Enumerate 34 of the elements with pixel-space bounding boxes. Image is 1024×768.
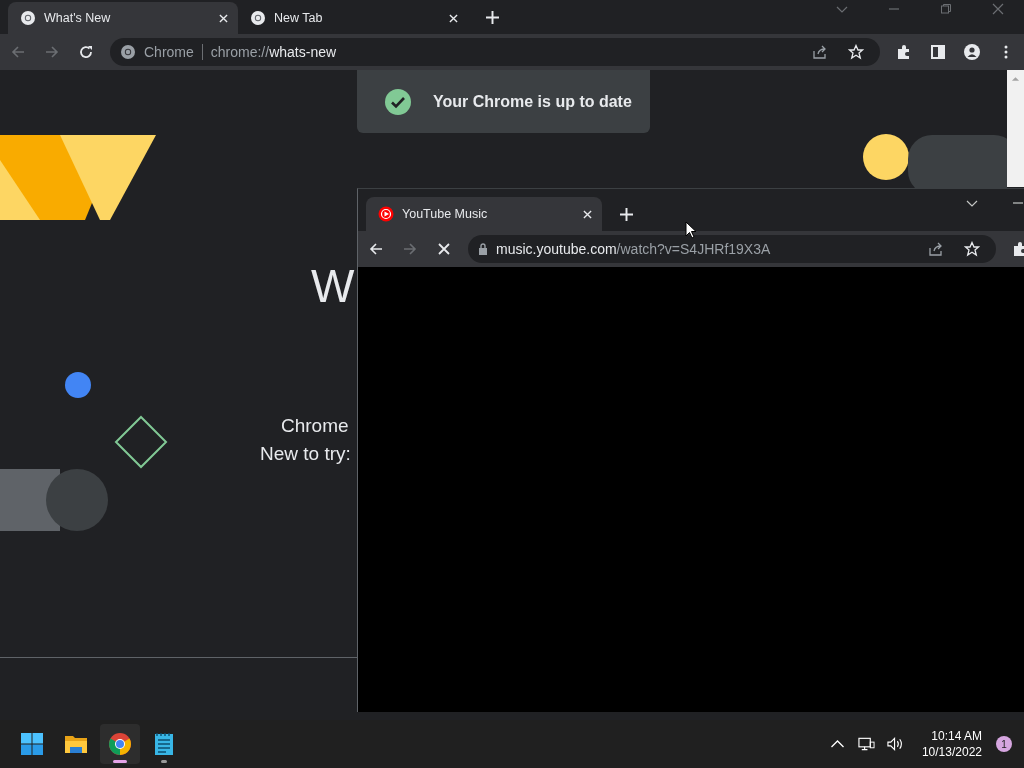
restore-icon[interactable] (940, 3, 952, 15)
browser-logo-icon[interactable] (108, 732, 132, 756)
url-text: music.youtube.com/watch?v=S4JHRf19X3A (496, 241, 771, 257)
address-bar[interactable]: music.youtube.com/watch?v=S4JHRf19X3A (468, 235, 996, 263)
windows-logo-icon[interactable] (20, 732, 44, 756)
browser-tab[interactable]: New Tab (238, 2, 468, 34)
browser-logo-icon (20, 10, 36, 26)
browser-tab[interactable]: What's New (8, 2, 238, 34)
side-panel-icon[interactable] (928, 44, 948, 60)
update-notification: Your Chrome is up to date (357, 70, 650, 133)
check-icon (385, 88, 411, 115)
lock-icon (478, 243, 488, 255)
scrollbar[interactable] (1007, 70, 1024, 187)
network-icon[interactable] (857, 736, 875, 752)
address-bar[interactable]: Chrome chrome://whats-new (110, 38, 880, 66)
page-text: Chrome (281, 414, 349, 438)
browser-logo-icon (120, 44, 136, 60)
clock[interactable]: 10:14 AM 10/13/2022 (921, 728, 982, 760)
cursor-icon (685, 221, 697, 239)
page-text: New to try: (260, 442, 351, 466)
browser-logo-icon (250, 10, 266, 26)
music-logo-icon (378, 206, 394, 222)
new-tab-icon[interactable] (620, 208, 633, 221)
diamond-drawing (114, 415, 168, 469)
speaker-icon[interactable] (886, 736, 904, 752)
page-heading: W (311, 259, 355, 314)
notification-badge[interactable]: 1 (996, 736, 1012, 752)
profile-icon[interactable] (962, 44, 982, 60)
dot-drawing (65, 372, 91, 398)
browser-tab[interactable]: YouTube Music (366, 197, 602, 231)
site-label: Chrome (144, 44, 194, 60)
new-tab-icon[interactable] (486, 11, 499, 24)
notepad-icon[interactable] (152, 732, 176, 756)
url-text: chrome://whats-new (210, 44, 337, 60)
